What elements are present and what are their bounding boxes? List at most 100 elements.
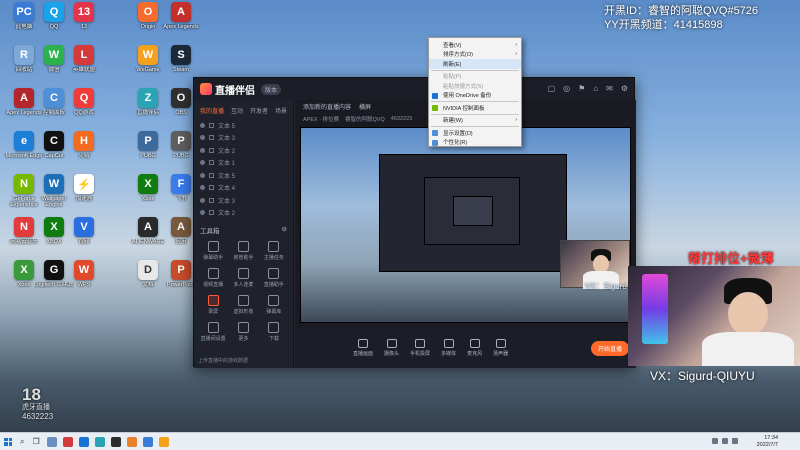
eye-icon[interactable]: [200, 160, 205, 166]
orientation-toggle[interactable]: 横屏: [359, 102, 371, 111]
desktop-icon[interactable]: A Apex Legends: [163, 2, 199, 42]
context-menu-item[interactable]: 新建(W) ›: [429, 116, 521, 126]
toolbox-item[interactable]: 虚拟形象: [228, 295, 258, 315]
start-live-button[interactable]: 开始直播: [590, 341, 629, 356]
app-icon: W: [74, 260, 94, 280]
desktop-icon[interactable]: ⚡ 加速器: [66, 174, 102, 214]
context-menu-item[interactable]: 个性化(R): [429, 138, 521, 148]
scene-row[interactable]: 文本 4: [200, 182, 287, 195]
sidebar-footer[interactable]: 上传直播中的游戏数据: [198, 357, 248, 364]
webcam-main-face: [728, 292, 768, 336]
sidebar-tab[interactable]: 开发者: [250, 106, 268, 115]
context-menu-item[interactable]: 刷新(E): [429, 59, 521, 69]
bottom-bar-button[interactable]: 麦克风: [467, 339, 482, 357]
context-menu-item[interactable]: 排序方式(O) ›: [429, 50, 521, 60]
taskbar-app-icon[interactable]: [158, 436, 169, 447]
titlebar-icon[interactable]: ✉: [606, 84, 613, 93]
eye-icon[interactable]: [200, 197, 205, 203]
desktop-icon[interactable]: L 英雄联盟: [66, 45, 102, 85]
scene-row[interactable]: 文本 5: [200, 169, 287, 182]
scene-row[interactable]: 文本 2: [200, 144, 287, 157]
toolbox-item[interactable]: 房管助手: [228, 241, 258, 261]
desktop-icon[interactable]: Q QQ游戏: [66, 88, 102, 128]
eye-icon[interactable]: [200, 135, 205, 141]
desktop-icon[interactable]: H 火绒: [66, 131, 102, 171]
taskbar-app-icon[interactable]: [78, 436, 89, 447]
eye-icon[interactable]: [200, 122, 205, 128]
desktop-icon[interactable]: Z 直播伴侣: [130, 88, 166, 128]
bottom-bar-button[interactable]: 扬声器: [493, 339, 508, 357]
menu-item-icon: [432, 130, 438, 136]
taskbar-app-icon[interactable]: [110, 436, 121, 447]
desktop-icon-label: Apex Legends: [163, 24, 199, 30]
context-menu-item[interactable]: 显示设置(D): [429, 128, 521, 138]
volume-icon[interactable]: [722, 438, 728, 444]
taskbar-app-icon[interactable]: [62, 436, 73, 447]
toolbox-item[interactable]: 直播助手: [259, 268, 289, 288]
taskbar-app-icon[interactable]: [94, 436, 105, 447]
eye-icon[interactable]: [200, 185, 205, 191]
stream-preview[interactable]: [300, 127, 631, 323]
titlebar-icon[interactable]: ⚑: [578, 84, 585, 93]
bottom-bar-button[interactable]: 多媒体: [441, 339, 456, 357]
titlebar-icon[interactable]: ▢: [548, 84, 556, 93]
bottom-bar-button[interactable]: 直播画面: [353, 339, 373, 357]
desktop-icon-label: 加速器: [75, 196, 93, 202]
toolbox-item[interactable]: 更多: [228, 322, 258, 342]
desktop-icon[interactable]: O Origin: [130, 2, 166, 42]
nested-preview-window: [379, 154, 567, 272]
toolbox-item[interactable]: 直播间设置: [198, 322, 228, 342]
sidebar-tab[interactable]: 场景: [275, 106, 287, 115]
network-icon[interactable]: [712, 438, 718, 444]
desktop-icon[interactable]: P PUBG: [130, 131, 166, 171]
toolbox-item[interactable]: 弹幕库: [259, 295, 289, 315]
scene-row[interactable]: 文本 3: [200, 194, 287, 207]
taskbar-app-icon[interactable]: [46, 436, 57, 447]
eye-icon[interactable]: [200, 210, 205, 216]
menu-item-label: 显示设置(D): [443, 130, 473, 137]
titlebar-icon[interactable]: ⚙: [621, 84, 628, 93]
ime-icon[interactable]: [732, 438, 738, 444]
eye-icon[interactable]: [200, 147, 205, 153]
titlebar-icon[interactable]: ⌂: [593, 84, 598, 93]
desktop-icon[interactable]: A ALIENWARE: [130, 217, 166, 257]
toolbox-item[interactable]: 视频直播: [198, 268, 228, 288]
add-content-link[interactable]: 添加新的直播内容: [303, 102, 351, 111]
scene-row[interactable]: 文本 5: [200, 119, 287, 132]
desktop-context-menu: 查看(V) › 排序方式(O) › 刷新(E) 粘贴(P) 粘贴快捷方式(S) 使用 OneD…: [428, 37, 522, 147]
titlebar-icon[interactable]: ◎: [563, 84, 570, 93]
desktop-icon[interactable]: 13 13: [66, 2, 102, 42]
toolbox-item[interactable]: 录屏: [198, 295, 228, 315]
toolbox-item[interactable]: 下载: [259, 322, 289, 342]
app-icon: e: [14, 131, 34, 151]
game-category[interactable]: APEX · 排位赛: [303, 115, 339, 123]
scene-row[interactable]: 文本 3: [200, 132, 287, 145]
toolbox-more-icon[interactable]: ⊖: [282, 225, 287, 235]
taskbar-app-icon[interactable]: [142, 436, 153, 447]
sidebar-tab[interactable]: 互动: [231, 106, 243, 115]
version-chip[interactable]: 版本: [261, 83, 282, 95]
eye-icon[interactable]: [200, 172, 205, 178]
taskbar-clock[interactable]: 17:34 2022/7/7: [757, 435, 778, 449]
context-menu-item[interactable]: NVIDIA 控制面板: [429, 103, 521, 113]
desktop-icon[interactable]: W WPS: [66, 260, 102, 300]
context-menu-item[interactable]: 使用 OneDrive 备份: [429, 91, 521, 101]
context-menu-item[interactable]: 查看(V) ›: [429, 40, 521, 50]
toolbox-item[interactable]: 弹幕助手: [198, 241, 228, 261]
task-view-icon[interactable]: ❐: [32, 437, 39, 446]
scene-row[interactable]: 文本 2: [200, 207, 287, 220]
toolbox-item[interactable]: 主播任务: [259, 241, 289, 261]
bottom-bar-label: 摄像头: [384, 351, 400, 357]
desktop-icon[interactable]: X Xbox: [130, 174, 166, 214]
bottom-bar-button[interactable]: 摄像头: [384, 339, 399, 357]
scene-row[interactable]: 文本 1: [200, 157, 287, 170]
sidebar-tab[interactable]: 我的直播: [200, 106, 224, 115]
toolbox-item[interactable]: 多人连麦: [228, 268, 258, 288]
desktop-icon[interactable]: D 文档: [130, 260, 166, 300]
taskbar-app-icon[interactable]: [126, 436, 137, 447]
start-button[interactable]: [0, 433, 16, 450]
search-icon[interactable]: ⌕: [20, 437, 24, 447]
bottom-bar-button[interactable]: 手机投屏: [410, 339, 430, 357]
desktop-icon[interactable]: W WeGame: [130, 45, 166, 85]
desktop-icon[interactable]: V 视频: [66, 217, 102, 257]
